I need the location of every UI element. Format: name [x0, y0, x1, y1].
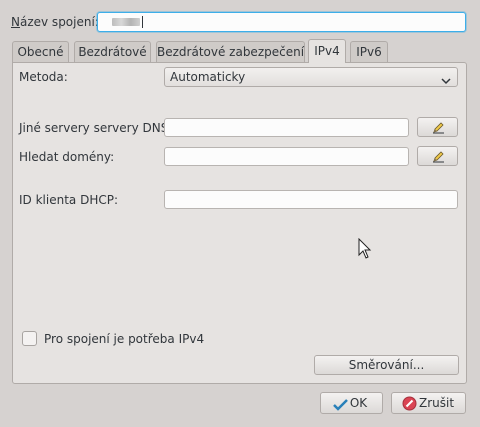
edit-dns-servers-button[interactable]	[417, 117, 458, 137]
connection-name-input[interactable]	[97, 12, 466, 32]
method-label: Metoda:	[19, 70, 68, 84]
cancel-button[interactable]: Zrušit	[391, 392, 466, 414]
connection-name-label: Název spojení:	[11, 15, 99, 29]
tab-wireless-security[interactable]: Bezdrátové zabezpečení	[156, 41, 305, 63]
tab-general[interactable]: Obecné	[12, 41, 69, 63]
mouse-pointer-icon	[358, 237, 372, 263]
dhcp-client-id-input[interactable]	[164, 190, 458, 209]
cancel-icon	[402, 396, 417, 417]
text-caret	[142, 16, 143, 28]
edit-search-domains-button[interactable]	[417, 146, 458, 166]
pencil-icon	[432, 121, 445, 137]
tab-ipv6[interactable]: IPv6	[350, 41, 388, 63]
dhcp-client-id-label: ID klienta DHCP:	[19, 193, 118, 207]
pencil-icon	[432, 150, 445, 166]
routes-button[interactable]: Směrování...	[314, 355, 459, 375]
require-ipv4-label[interactable]: Pro spojení je potřeba IPv4	[44, 331, 204, 347]
ok-button[interactable]: OK	[320, 392, 383, 414]
dns-servers-label: Jiné servery servery DNS:	[19, 121, 173, 135]
search-domains-label: Hledat domény:	[19, 150, 115, 164]
tab-ipv4[interactable]: IPv4	[308, 39, 346, 63]
require-ipv4-checkbox[interactable]	[22, 331, 37, 346]
tab-wireless[interactable]: Bezdrátové	[74, 41, 151, 63]
dns-servers-input[interactable]	[164, 118, 409, 137]
chevron-down-icon	[441, 72, 451, 90]
checkmark-icon	[333, 397, 348, 417]
method-select[interactable]: Automaticky	[164, 67, 458, 87]
redacted-name-value	[112, 18, 140, 26]
search-domains-input[interactable]	[164, 147, 409, 166]
